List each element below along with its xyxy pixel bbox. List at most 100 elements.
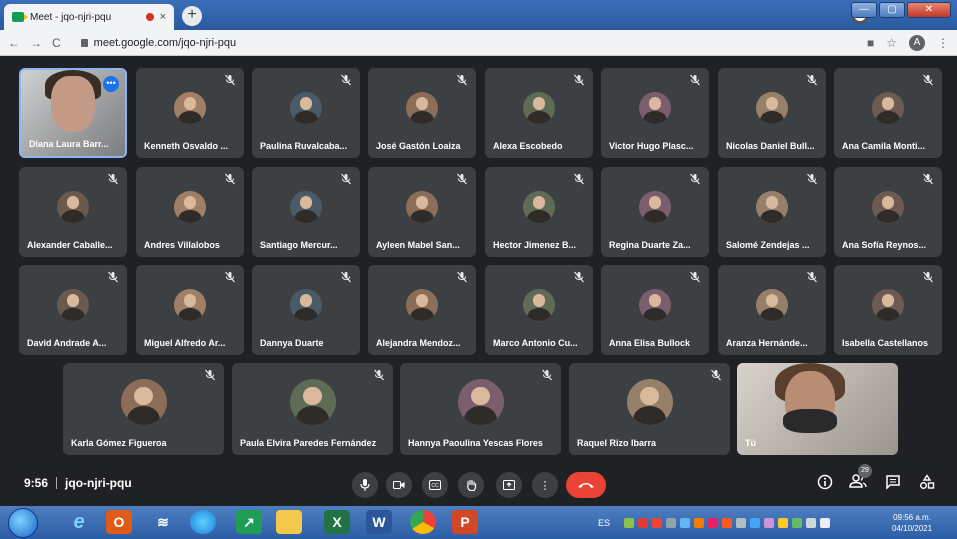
close-window-button[interactable]: ✕ bbox=[907, 2, 951, 18]
tray-icon[interactable] bbox=[736, 518, 747, 528]
participant-tile[interactable]: Santiago Mercur... bbox=[252, 167, 360, 257]
back-button[interactable]: ← bbox=[8, 36, 20, 50]
minimize-button[interactable]: — bbox=[851, 2, 877, 18]
tray-icon[interactable] bbox=[694, 518, 705, 528]
participant-name: Andres Villalobos bbox=[144, 240, 220, 250]
participant-tile[interactable]: Regina Duarte Za... bbox=[601, 167, 709, 257]
charts-app-icon[interactable]: ↗ bbox=[236, 510, 262, 534]
volume-icon[interactable] bbox=[820, 518, 831, 528]
leave-call-button[interactable] bbox=[566, 472, 606, 498]
chrome-icon[interactable] bbox=[410, 510, 436, 534]
participant-avatar bbox=[523, 91, 555, 124]
participant-tile[interactable]: Salomé Zendejas ... bbox=[718, 167, 826, 257]
participant-tile[interactable]: Aranza Hernánde... bbox=[718, 265, 826, 355]
participant-tile[interactable]: Marco Antonio Cu... bbox=[485, 265, 593, 355]
participant-avatar bbox=[174, 91, 206, 124]
word-icon[interactable]: W bbox=[366, 510, 392, 534]
muted-mic-icon bbox=[573, 73, 585, 86]
participant-tile[interactable]: Ana Sofía Reynos... bbox=[834, 167, 942, 257]
participant-tile[interactable]: Alexander Caballe... bbox=[19, 167, 127, 257]
profile-avatar[interactable]: A bbox=[909, 34, 925, 51]
participant-tile[interactable]: Raquel Rizo Ibarra bbox=[569, 363, 730, 455]
tray-icon[interactable] bbox=[652, 518, 663, 528]
edge-icon[interactable] bbox=[190, 510, 216, 534]
tray-icon[interactable] bbox=[764, 518, 775, 528]
tray-icon[interactable] bbox=[778, 518, 789, 528]
participant-tile[interactable]: Victor Hugo Plasc... bbox=[601, 68, 709, 158]
forward-button[interactable]: → bbox=[30, 36, 42, 50]
chat-button[interactable] bbox=[883, 474, 903, 494]
tile-more-options-icon[interactable]: ••• bbox=[103, 76, 119, 92]
start-button[interactable] bbox=[8, 508, 38, 538]
tray-icon[interactable] bbox=[638, 518, 649, 528]
self-video-tile[interactable]: ••• Diana Laura Barr... bbox=[19, 68, 127, 158]
internet-explorer-icon[interactable]: e bbox=[66, 510, 92, 534]
network-sharing-icon[interactable]: ≋ bbox=[150, 510, 176, 534]
participant-tile[interactable]: Paula Elvira Paredes Fernández bbox=[232, 363, 393, 455]
powerpoint-icon[interactable]: P bbox=[452, 510, 478, 534]
raise-hand-button[interactable] bbox=[458, 472, 484, 498]
participant-tile[interactable]: David Andrade A... bbox=[19, 265, 127, 355]
activities-button[interactable] bbox=[917, 474, 937, 494]
browser-menu-icon[interactable]: ⋮ bbox=[937, 36, 949, 50]
maximize-button[interactable]: ▢ bbox=[879, 2, 905, 18]
participant-tile[interactable]: Dannya Duarte bbox=[252, 265, 360, 355]
camera-in-use-icon[interactable]: ■ bbox=[867, 36, 874, 50]
participant-tile[interactable]: José Gastón Loaiza bbox=[368, 68, 476, 158]
signal-icon[interactable] bbox=[806, 518, 817, 528]
tray-icon[interactable] bbox=[722, 518, 733, 528]
participant-tile[interactable]: Miguel Alfredo Ar... bbox=[136, 265, 244, 355]
participant-avatar bbox=[57, 288, 89, 321]
url-field[interactable]: meet.google.com/jqo-njri-pqu bbox=[80, 37, 236, 49]
tray-icon[interactable] bbox=[708, 518, 719, 528]
participant-tile[interactable]: Hector Jimenez B... bbox=[485, 167, 593, 257]
tray-icon[interactable] bbox=[680, 518, 691, 528]
participant-tile[interactable]: Nicolas Daniel Bull... bbox=[718, 68, 826, 158]
participant-tile[interactable]: Ayleen Mabel San... bbox=[368, 167, 476, 257]
participant-tile[interactable]: Anna Elisa Bullock bbox=[601, 265, 709, 355]
meeting-details-button[interactable] bbox=[815, 474, 835, 494]
file-explorer-icon[interactable] bbox=[276, 510, 302, 534]
muted-mic-icon bbox=[922, 172, 934, 185]
participant-tile[interactable]: Alejandra Mendoz... bbox=[368, 265, 476, 355]
bookmark-star-icon[interactable]: ☆ bbox=[886, 36, 897, 50]
browser-tab[interactable]: Meet - jqo-njri-pqu × bbox=[4, 4, 174, 30]
self-preview-tile[interactable]: Tú bbox=[737, 363, 898, 455]
tray-icon[interactable] bbox=[750, 518, 761, 528]
participant-tile[interactable]: Isabella Castellanos bbox=[834, 265, 942, 355]
captions-button[interactable]: CC bbox=[422, 472, 448, 498]
participant-tile[interactable]: Hannya Paoulina Yescas Flores bbox=[400, 363, 561, 455]
muted-mic-icon bbox=[922, 270, 934, 283]
participant-tile[interactable]: Paulina Ruvalcaba... bbox=[252, 68, 360, 158]
muted-mic-icon bbox=[456, 73, 468, 86]
participant-name: Aranza Hernánde... bbox=[726, 338, 808, 348]
present-screen-button[interactable] bbox=[496, 472, 522, 498]
participant-name: Kenneth Osvaldo ... bbox=[144, 141, 229, 151]
language-indicator[interactable]: ES bbox=[598, 518, 610, 528]
tray-icon[interactable] bbox=[792, 518, 803, 528]
reload-button[interactable]: C bbox=[52, 36, 61, 50]
participant-avatar bbox=[406, 190, 438, 223]
participant-avatar bbox=[174, 190, 206, 223]
tray-icon[interactable] bbox=[624, 518, 635, 528]
participant-name: Tú bbox=[745, 438, 756, 448]
meeting-time: 9:56 bbox=[24, 476, 49, 490]
muted-mic-icon bbox=[689, 172, 701, 185]
participant-tile[interactable]: Kenneth Osvaldo ... bbox=[136, 68, 244, 158]
taskbar-clock[interactable]: 09:56 a.m. 04/10/2021 bbox=[892, 512, 932, 534]
participant-avatar bbox=[626, 378, 673, 425]
address-bar-actions: ■ ☆ A ⋮ bbox=[867, 34, 949, 51]
participant-avatar bbox=[872, 91, 904, 124]
participant-tile[interactable]: Andres Villalobos bbox=[136, 167, 244, 257]
microphone-button[interactable] bbox=[352, 472, 378, 498]
participant-tile[interactable]: Karla Gómez Figueroa bbox=[63, 363, 224, 455]
tab-close-button[interactable]: × bbox=[160, 11, 166, 23]
participant-tile[interactable]: Ana Camila Monti... bbox=[834, 68, 942, 158]
excel-icon[interactable]: X bbox=[324, 510, 350, 534]
new-tab-button[interactable]: + bbox=[182, 6, 202, 26]
tray-icon[interactable] bbox=[666, 518, 677, 528]
camera-button[interactable] bbox=[386, 472, 412, 498]
participant-tile[interactable]: Alexa Escobedo bbox=[485, 68, 593, 158]
outlook-icon[interactable]: O bbox=[106, 510, 132, 534]
more-options-button[interactable]: ⋮ bbox=[532, 472, 558, 498]
